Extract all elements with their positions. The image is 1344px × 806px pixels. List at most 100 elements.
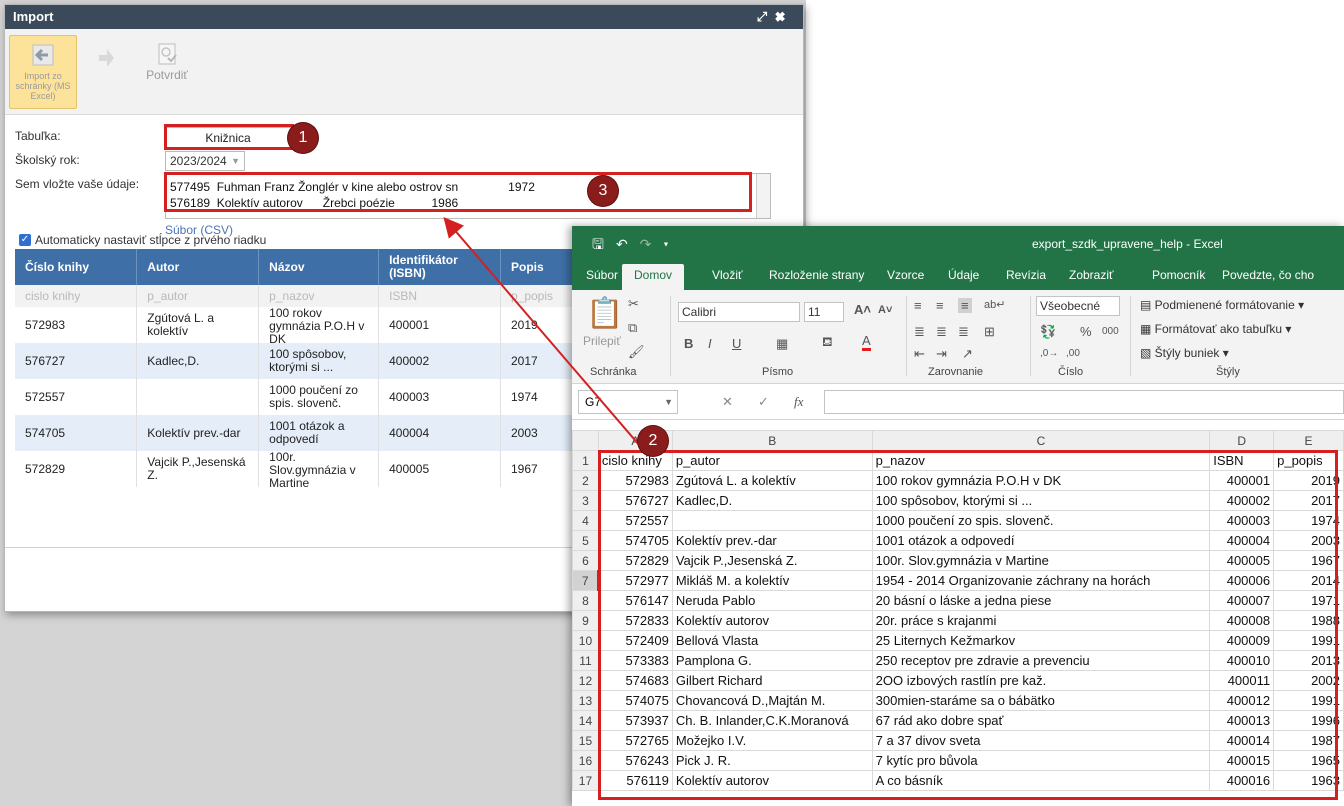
close-icon[interactable]: ✖ bbox=[775, 9, 793, 24]
grid-cell[interactable]: 400004 bbox=[378, 415, 501, 451]
font-color-icon[interactable]: A bbox=[862, 334, 871, 351]
row-header[interactable]: 4 bbox=[572, 510, 599, 531]
conditional-formatting-button[interactable]: ▤ Podmienené formátovanie ▾ bbox=[1140, 298, 1304, 312]
fill-color-icon[interactable]: ⛾ bbox=[822, 334, 833, 352]
bold-icon[interactable]: B bbox=[684, 336, 693, 351]
ribbon-tab[interactable]: Zobraziť bbox=[1069, 268, 1114, 282]
grid-cell[interactable]: 400001 bbox=[378, 307, 501, 343]
row-header[interactable]: 12 bbox=[572, 670, 599, 691]
row-header[interactable]: 8 bbox=[572, 590, 599, 611]
copy-icon[interactable]: ⧉ bbox=[628, 320, 637, 336]
grid-cell[interactable]: 2003 bbox=[500, 415, 576, 451]
grid-header-cell[interactable]: Popis bbox=[500, 249, 576, 285]
name-box[interactable]: G7 ▼ bbox=[578, 390, 678, 414]
grid-cell[interactable]: 1000 poučení zo spis. slovenč. bbox=[258, 379, 380, 415]
grid-cell[interactable]: 400003 bbox=[378, 379, 501, 415]
grid-cell[interactable]: 572557 bbox=[15, 379, 138, 415]
grid-cell[interactable]: 572983 bbox=[15, 307, 138, 343]
cancel-formula-icon[interactable]: ✕ bbox=[722, 394, 733, 410]
wrap-text-icon[interactable]: ab↵ bbox=[984, 298, 1005, 311]
grid-cell[interactable] bbox=[136, 379, 260, 415]
merge-icon[interactable]: ⊞ bbox=[984, 324, 995, 340]
auto-columns-checkbox[interactable]: ✓ Automaticky nastaviť stĺpce z prvého r… bbox=[19, 233, 266, 247]
undo-icon[interactable]: ↶ bbox=[616, 236, 640, 252]
select-all-corner[interactable] bbox=[572, 430, 599, 451]
grid-cell[interactable]: 400002 bbox=[378, 343, 501, 379]
underline-icon[interactable]: U bbox=[732, 336, 741, 351]
ribbon-tab[interactable]: Údaje bbox=[948, 268, 979, 282]
decrease-indent-icon[interactable]: ⇤ bbox=[914, 346, 925, 362]
align-right-icon[interactable]: ≣ bbox=[958, 324, 969, 340]
orientation-icon[interactable]: ↗ bbox=[962, 346, 973, 362]
font-name-select[interactable]: Calibri bbox=[678, 302, 800, 322]
align-top-icon[interactable]: ≡ bbox=[914, 298, 922, 313]
grid-row[interactable]: 572557 1000 poučení zo spis. slovenč. 4000… bbox=[15, 379, 576, 415]
grid-row[interactable]: 572983 Zgútová L. a kolektív 100 rokov gym… bbox=[15, 307, 576, 343]
comma-style-icon[interactable]: 000 bbox=[1102, 326, 1119, 337]
decrease-decimal-icon[interactable]: ,00 bbox=[1066, 348, 1080, 359]
grid-cell[interactable]: 2017 bbox=[500, 343, 576, 379]
grid-mapping-cell[interactable]: cislo knihy bbox=[15, 285, 138, 307]
ribbon-tab[interactable]: Povedzte, čo cho bbox=[1222, 268, 1314, 282]
grid-cell[interactable]: 100 spôsobov, ktorými si ... bbox=[258, 343, 380, 379]
increase-indent-icon[interactable]: ⇥ bbox=[936, 346, 947, 362]
percent-icon[interactable]: % bbox=[1080, 324, 1092, 339]
textarea-scrollbar[interactable] bbox=[756, 174, 770, 218]
insert-function-icon[interactable]: fx bbox=[794, 394, 803, 410]
column-header[interactable]: C bbox=[871, 430, 1211, 451]
grid-mapping-cell[interactable]: p_popis bbox=[500, 285, 576, 307]
font-size-select[interactable]: 11 bbox=[804, 302, 844, 322]
row-header[interactable]: 3 bbox=[572, 490, 599, 511]
grid-cell[interactable]: 574705 bbox=[15, 415, 138, 451]
grid-row[interactable]: 576727 Kadlec,D. 100 spôsobov, ktorými si … bbox=[15, 343, 576, 379]
row-header[interactable]: 16 bbox=[572, 750, 599, 771]
row-header[interactable]: 15 bbox=[572, 730, 599, 751]
formula-input[interactable] bbox=[824, 390, 1344, 414]
grid-mapping-cell[interactable]: p_nazov bbox=[258, 285, 380, 307]
grid-mapping-cell[interactable]: p_autor bbox=[136, 285, 260, 307]
maximize-icon[interactable]: ⤢ bbox=[757, 9, 775, 24]
row-header[interactable]: 5 bbox=[572, 530, 599, 551]
row-header[interactable]: 1 bbox=[572, 450, 599, 471]
align-middle-icon[interactable]: ≡ bbox=[936, 298, 944, 313]
ribbon-tab[interactable]: Pomocník bbox=[1152, 268, 1205, 282]
grid-cell[interactable]: 1967 bbox=[500, 451, 576, 487]
column-header[interactable]: D bbox=[1209, 430, 1275, 451]
grid-cell[interactable]: Vajcik P.,Jesenská Z. bbox=[136, 451, 260, 487]
grid-row[interactable]: 572829 Vajcik P.,Jesenská Z. 100r. Slov.gy… bbox=[15, 451, 576, 487]
row-header[interactable]: 7 bbox=[572, 570, 600, 591]
grid-cell[interactable]: 1001 otázok a odpovedí bbox=[258, 415, 380, 451]
grid-header-cell[interactable]: Autor bbox=[136, 249, 260, 285]
column-header[interactable]: B bbox=[671, 430, 873, 451]
next-arrow-icon[interactable] bbox=[97, 47, 115, 69]
import-from-clipboard-button[interactable]: Import zo schránky (MS Excel) bbox=[9, 35, 77, 109]
ribbon-tab[interactable]: Vložiť bbox=[712, 268, 743, 282]
ribbon-tab[interactable]: Rozloženie strany bbox=[769, 268, 864, 282]
align-left-icon[interactable]: ≣ bbox=[914, 324, 925, 340]
align-bottom-icon[interactable]: ≡ bbox=[958, 298, 972, 313]
row-header[interactable]: 14 bbox=[572, 710, 599, 731]
grid-cell[interactable]: 100r. Slov.gymnázia v Martine bbox=[258, 451, 380, 487]
italic-icon[interactable]: I bbox=[708, 336, 712, 351]
format-as-table-button[interactable]: ▦ Formátovať ako tabuľku ▾ bbox=[1140, 322, 1291, 336]
ribbon-tab[interactable]: Revízia bbox=[1006, 268, 1046, 282]
grid-header-cell[interactable]: Identifikátor (ISBN) bbox=[378, 249, 501, 285]
row-header[interactable]: 11 bbox=[572, 650, 599, 671]
accounting-icon[interactable]: 💱 bbox=[1040, 324, 1056, 340]
ribbon-tab[interactable]: Súbor bbox=[586, 268, 618, 282]
paste-icon[interactable]: 📋 bbox=[586, 296, 623, 331]
enter-formula-icon[interactable]: ✓ bbox=[758, 394, 769, 410]
number-format-select[interactable]: Všeobecné bbox=[1036, 296, 1120, 316]
cell-styles-button[interactable]: ▧ Štýly buniek ▾ bbox=[1140, 346, 1229, 360]
grid-cell[interactable]: 1974 bbox=[500, 379, 576, 415]
grid-row[interactable]: 574705 Kolektív prev.-dar 1001 otázok a od… bbox=[15, 415, 576, 451]
ribbon-tab[interactable]: Domov bbox=[622, 264, 685, 290]
grid-cell[interactable]: 2019 bbox=[500, 307, 576, 343]
row-header[interactable]: 9 bbox=[572, 610, 599, 631]
confirm-button[interactable]: Potvrdiť bbox=[139, 35, 195, 81]
grid-cell[interactable]: Kolektív prev.-dar bbox=[136, 415, 260, 451]
grid-mapping-cell[interactable]: ISBN bbox=[378, 285, 501, 307]
align-center-icon[interactable]: ≣ bbox=[936, 324, 947, 340]
format-painter-icon[interactable]: 🖌 bbox=[628, 344, 645, 360]
grid-cell[interactable]: 576727 bbox=[15, 343, 138, 379]
